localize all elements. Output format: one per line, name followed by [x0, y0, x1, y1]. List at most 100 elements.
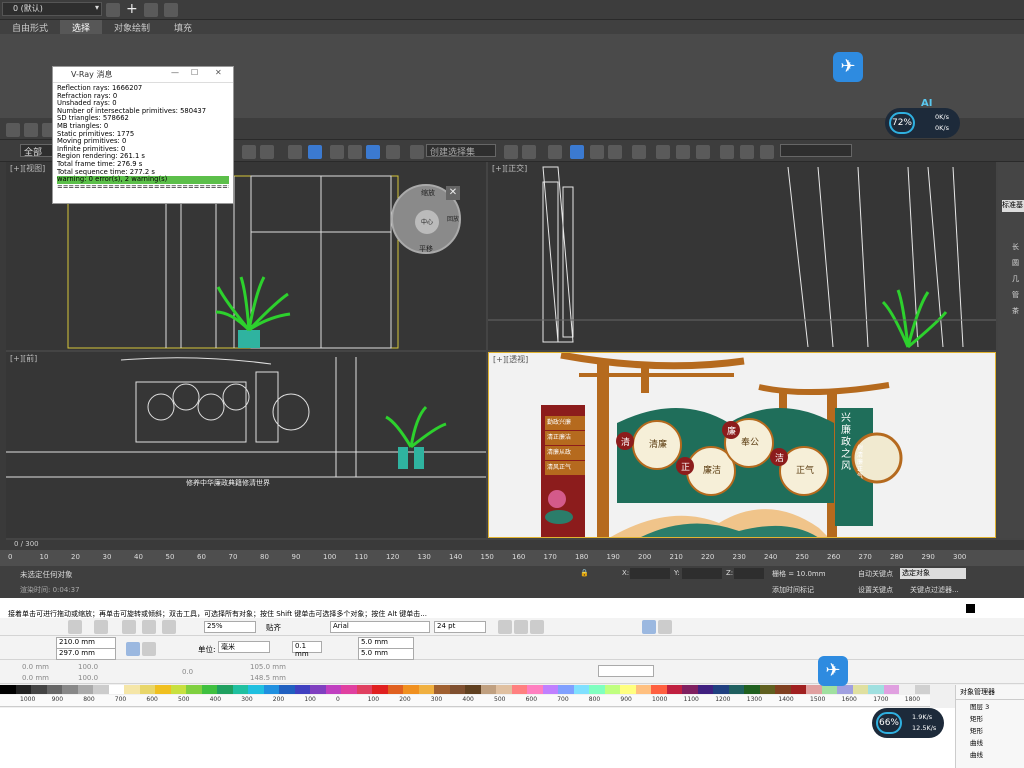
palette-swatch[interactable] [449, 685, 465, 694]
palette-swatch[interactable] [387, 685, 403, 694]
palette-swatch[interactable] [527, 685, 543, 694]
palette-swatch[interactable] [899, 685, 915, 694]
angle-snap-icon[interactable] [330, 145, 344, 159]
palette-swatch[interactable] [651, 685, 667, 694]
bird-logo-icon[interactable]: ✈ [833, 52, 863, 82]
set-key-button[interactable]: 设置关键点 [858, 585, 893, 595]
panel-item[interactable]: 圆 [1012, 258, 1019, 268]
coord-x[interactable] [630, 568, 670, 579]
move-icon[interactable] [242, 145, 256, 159]
portrait-icon[interactable] [126, 642, 140, 656]
add-icon[interactable]: + [126, 1, 138, 17]
viewport-bottom-left[interactable]: [+][前] 修养中华廉政典籍修清世界 [6, 352, 486, 538]
object-item[interactable]: 矩形 [956, 712, 1024, 724]
palette-swatch[interactable] [496, 685, 512, 694]
minimize-icon[interactable]: — [171, 68, 179, 77]
lock-icon[interactable]: 🔒 [580, 569, 589, 577]
add-time-tag[interactable]: 添加时间标记 [772, 585, 814, 595]
material-editor-icon[interactable] [632, 145, 646, 159]
palette-swatch[interactable] [635, 685, 651, 694]
palette-swatch[interactable] [31, 685, 47, 694]
palette-swatch[interactable] [263, 685, 279, 694]
render-setup-icon[interactable] [656, 145, 670, 159]
scale-x[interactable]: 100.0 [78, 663, 98, 671]
layer-list-icon[interactable] [164, 3, 178, 17]
tab-populate[interactable]: 填充 [162, 20, 204, 35]
percent-snap-icon[interactable] [348, 145, 362, 159]
render-preset-dropdown[interactable] [780, 144, 852, 157]
pivot-icon[interactable] [288, 145, 302, 159]
palette-swatch[interactable] [248, 685, 264, 694]
object-item[interactable]: 图层 3 [956, 700, 1024, 712]
trackbar[interactable]: 0 10 20 30 40 50 60 70 80 90 100 110 120 130 140 150 160… [0, 550, 1024, 566]
palette-swatch[interactable] [62, 685, 78, 694]
palette-swatch[interactable] [217, 685, 233, 694]
curve-editor-icon[interactable] [590, 145, 604, 159]
tab-freeform[interactable]: 自由形式 [0, 20, 60, 35]
palette-swatch[interactable] [573, 685, 589, 694]
palette-swatch[interactable] [558, 685, 574, 694]
performance-widget[interactable]: 72% AI 0K/s 0K/s [885, 98, 960, 138]
palette-swatch[interactable] [511, 685, 527, 694]
palette-swatch[interactable] [666, 685, 682, 694]
palette-swatch[interactable] [728, 685, 744, 694]
palette-swatch[interactable] [852, 685, 868, 694]
select-layer-icon[interactable] [144, 3, 158, 17]
import-icon[interactable] [122, 620, 136, 634]
palette-swatch[interactable] [837, 685, 853, 694]
export-icon[interactable] [142, 620, 156, 634]
undo-icon[interactable] [68, 620, 82, 634]
auto-key-button[interactable]: 自动关键点 [858, 569, 893, 579]
object-item[interactable]: 矩形 [956, 724, 1024, 736]
palette-swatch[interactable] [744, 685, 760, 694]
duplicate-y[interactable]: 5.0 mm [358, 648, 414, 660]
render-icon[interactable] [696, 145, 710, 159]
palette-swatch[interactable] [77, 685, 93, 694]
palette-swatch[interactable] [139, 685, 155, 694]
palette-swatch[interactable] [868, 685, 884, 694]
filter-dropdown[interactable]: 全部 [20, 144, 54, 158]
wheel-rewind[interactable]: 回放 [447, 214, 459, 223]
units-dropdown[interactable]: 毫米 [218, 641, 270, 653]
color-swatch[interactable] [966, 604, 975, 613]
palette-swatch[interactable] [279, 685, 295, 694]
palette-swatch[interactable] [775, 685, 791, 694]
viewport-perspective[interactable]: [+][透视] 勤政兴廉 清正廉洁 清廉从政 清风正气 清 清廉 正 廉洁 廉 … [488, 352, 996, 538]
link-icon[interactable] [24, 123, 38, 137]
palette-swatch[interactable] [806, 685, 822, 694]
palette-swatch[interactable] [170, 685, 186, 694]
redo-icon[interactable] [94, 620, 108, 634]
palette-swatch[interactable] [713, 685, 729, 694]
vray-teapot2-icon[interactable] [740, 145, 754, 159]
drawing-canvas[interactable] [0, 708, 955, 768]
object-item[interactable]: 曲线 [956, 736, 1024, 748]
selection-set-dropdown[interactable]: 创建选择集 [426, 144, 496, 158]
color-palette[interactable] [0, 685, 930, 694]
palette-swatch[interactable] [186, 685, 202, 694]
performance-widget[interactable]: 66% 1.9K/s 12.5K/s [872, 708, 944, 738]
palette-swatch[interactable] [201, 685, 217, 694]
palette-swatch[interactable] [108, 685, 124, 694]
palette-swatch[interactable] [341, 685, 357, 694]
panel-item[interactable]: 管 [1012, 290, 1019, 300]
vray-teapot-icon[interactable] [720, 145, 734, 159]
align-left-icon[interactable] [642, 620, 656, 634]
obj-x[interactable]: 105.0 mm [250, 663, 286, 671]
palette-swatch[interactable] [465, 685, 481, 694]
close-icon[interactable]: ✕ [446, 186, 460, 200]
vray-teapot3-icon[interactable] [760, 145, 774, 159]
maximize-icon[interactable]: ☐ [191, 68, 198, 77]
font-dropdown[interactable]: Arial [330, 621, 430, 633]
key-filters-button[interactable]: 关键点过滤器... [910, 585, 959, 595]
palette-swatch[interactable] [883, 685, 899, 694]
palette-swatch[interactable] [294, 685, 310, 694]
scale-y[interactable]: 100.0 [78, 674, 98, 682]
palette-swatch[interactable] [372, 685, 388, 694]
coord-y[interactable] [682, 568, 722, 579]
palette-swatch[interactable] [310, 685, 326, 694]
layer-dropdown[interactable]: 0 (默认) ▾ [2, 2, 102, 16]
palette-swatch[interactable] [604, 685, 620, 694]
underline-icon[interactable] [530, 620, 544, 634]
palette-swatch[interactable] [232, 685, 248, 694]
bird-logo-icon[interactable]: ✈ [818, 656, 848, 686]
